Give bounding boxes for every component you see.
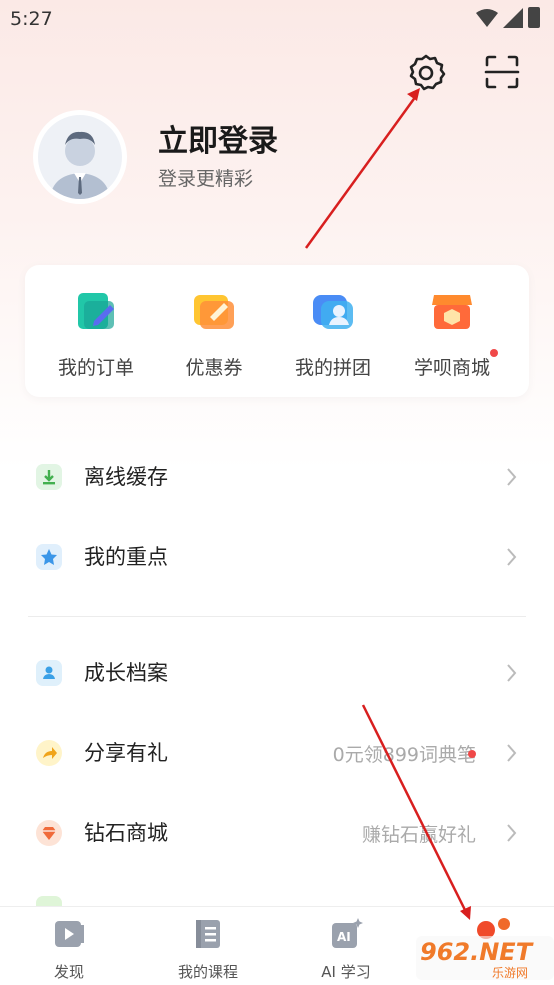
annotation-arrows — [304, 88, 471, 920]
annotation-arrow-tab — [361, 704, 468, 913]
watermark-logo: 962.NET 乐游网 — [416, 918, 554, 980]
watermark-subtext: 乐游网 — [492, 966, 529, 980]
watermark-text: 962.NET — [420, 938, 533, 966]
annotation-arrow-settings — [304, 95, 418, 249]
